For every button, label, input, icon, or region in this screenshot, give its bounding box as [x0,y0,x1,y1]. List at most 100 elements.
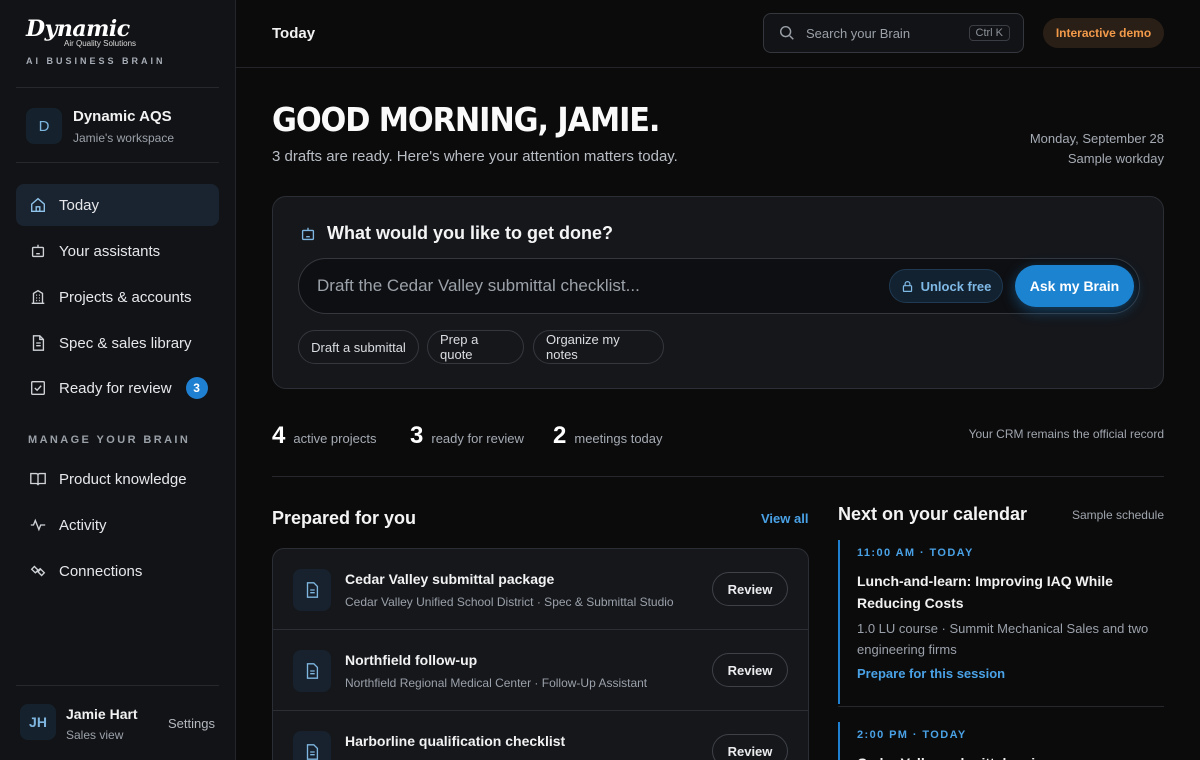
book-icon [28,469,48,489]
stat-value: 3 [410,422,424,449]
document-icon [293,569,331,611]
workspace-avatar: D [26,108,62,144]
sidebar-item-label: Projects & accounts [59,288,192,306]
user-role: Sales view [66,728,124,742]
event-subtitle: 1.0 LU course · Summit Mechanical Sales … [857,621,1149,657]
avatar: JH [20,704,56,740]
lock-icon [902,280,912,292]
ask-placeholder: Draft the Cedar Valley submittal checkli… [317,276,640,295]
building-icon [28,287,48,307]
sidebar-divider [16,162,219,163]
chip-draft-submittal[interactable]: Draft a submittal [298,330,419,364]
user-profile[interactable]: JH Jamie Hart Sales view Settings [20,704,220,744]
list-item[interactable]: Cedar Valley submittal package Cedar Val… [273,549,808,630]
review-button[interactable]: Review [712,572,788,606]
sidebar-item-label: Spec & sales library [59,334,192,352]
workspace-switcher[interactable]: D Dynamic AQS Jamie's workspace [26,106,216,146]
current-date: Monday, September 28 [1029,131,1164,146]
sidebar-item-assistants[interactable]: Your assistants [16,230,219,272]
stat-value: 2 [553,422,567,449]
ask-card: What would you like to get done? Draft t… [272,196,1164,389]
ask-title: What would you like to get done? [327,223,613,243]
workspace-name: Dynamic AQS [73,108,172,125]
home-icon [28,195,48,215]
search-shortcut: Ctrl K [968,25,1010,41]
prepared-list: Cedar Valley submittal package Cedar Val… [272,548,809,760]
sidebar-item-connections[interactable]: Connections [16,550,219,592]
event-title: Cedar Valley submittal review [857,752,1164,760]
sidebar-divider [16,685,219,686]
checkbox-icon [28,378,48,398]
unlock-free-button[interactable]: Unlock free [889,269,1003,303]
stat-label: meetings today [574,431,663,446]
interactive-demo-button[interactable]: Interactive demo [1043,18,1164,48]
section-label: MANAGE YOUR BRAIN [28,434,191,446]
sidebar-item-label: Connections [59,562,143,580]
greeting-subtitle: 3 drafts are ready. Here's where your at… [272,148,678,165]
robot-icon [301,227,315,241]
calendar-event[interactable]: 11:00 AM · TODAY Lunch-and-learn: Improv… [838,540,1164,704]
review-button[interactable]: Review [712,653,788,687]
sidebar-item-label: Ready for review [59,379,172,397]
ask-brain-button[interactable]: Ask my Brain [1015,265,1134,307]
ask-input[interactable]: Draft the Cedar Valley submittal checkli… [298,258,1140,314]
workspace-subtitle: Jamie's workspace [73,131,174,145]
sidebar-item-label: Product knowledge [59,470,187,488]
sidebar-item-projects[interactable]: Projects & accounts [16,276,219,318]
sidebar-divider [16,87,219,88]
document-icon [293,731,331,760]
sidebar-item-label: Activity [59,516,107,534]
item-title: Cedar Valley submittal package [345,571,555,587]
item-title: Northfield follow-up [345,652,478,668]
brand-logo[interactable]: Dynamic Air Quality Solutions AI BUSINES… [26,18,216,66]
event-time: 2:00 PM · TODAY [857,729,967,741]
calendar-title: Next on your calendar [838,504,1028,524]
calendar-event[interactable]: 2:00 PM · TODAY Cedar Valley submittal r… [838,722,1164,760]
unlock-label: Unlock free [920,278,992,294]
top-bar: Today Search your Brain Ctrl K Interacti… [236,0,1200,68]
review-count-badge: 3 [185,377,208,399]
settings-link[interactable]: Settings [168,716,215,731]
view-all-link[interactable]: View all [761,511,808,526]
calendar-note: Sample schedule [1071,508,1164,522]
stat-meetings: 2 meetings today [553,422,663,450]
chip-organize-notes[interactable]: Organize my notes [533,330,664,364]
sidebar-item-review[interactable]: Ready for review 3 [16,367,219,409]
list-item[interactable]: Harborline qualification checklist Revie… [273,711,808,760]
date-note: Sample workday [1067,151,1164,166]
search-placeholder: Search your Brain [806,25,911,41]
search-input[interactable]: Search your Brain Ctrl K [763,13,1024,53]
prepare-session-link[interactable]: Prepare for this session [857,666,1164,681]
calendar-divider [838,706,1164,707]
sidebar-item-label: Today [59,196,100,214]
search-icon [779,25,794,40]
stat-active-projects: 4 active projects [272,422,376,450]
user-name: Jamie Hart [66,706,138,722]
sidebar: Dynamic Air Quality Solutions AI BUSINES… [0,0,236,760]
sidebar-item-library[interactable]: Spec & sales library [16,322,219,364]
chip-prep-quote[interactable]: Prep a quote [427,330,524,364]
robot-icon [28,241,48,261]
review-button[interactable]: Review [712,734,788,760]
document-icon [293,650,331,692]
prepared-title: Prepared for you [272,508,417,528]
greeting-heading: GOOD MORNING, JAMIE. [272,100,660,139]
document-icon [28,333,48,353]
sidebar-item-today[interactable]: Today [16,184,219,226]
stat-label: active projects [293,431,377,446]
event-time: 11:00 AM · TODAY [857,547,974,559]
sidebar-item-label: Your assistants [59,242,161,260]
list-item[interactable]: Northfield follow-up Northfield Regional… [273,630,808,711]
page-title: Today [272,25,316,42]
link-icon [28,561,48,581]
sidebar-item-product-knowledge[interactable]: Product knowledge [16,458,219,500]
event-title: Lunch-and-learn: Improving IAQ While Red… [857,573,1113,611]
logo-subtitle: Air Quality Solutions [64,39,137,48]
stat-value: 4 [272,422,286,449]
content-divider [272,476,1164,477]
item-subtitle: Northfield Regional Medical Center · Fol… [345,676,648,690]
sidebar-item-activity[interactable]: Activity [16,504,219,546]
crm-note: Your CRM remains the official record [968,427,1164,441]
brand-tagline: AI BUSINESS BRAIN [26,56,166,66]
activity-icon [28,515,48,535]
